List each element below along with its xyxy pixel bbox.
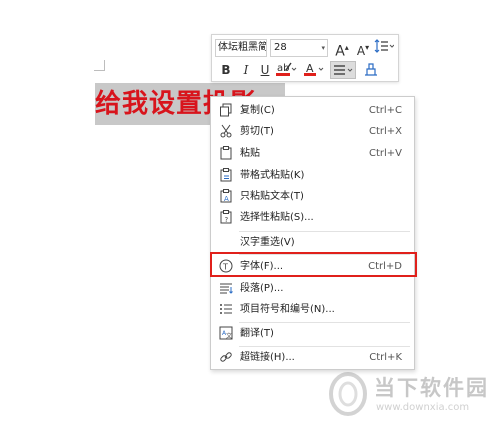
menu-item-label: 带格式粘贴(K) [240,170,305,181]
align-justify-icon [334,65,353,75]
watermark-brand: 当下软件园 [374,376,489,400]
menu-item-label: 翻译(T) [240,328,274,339]
chevron-down-icon: ▾ [321,44,325,52]
site-watermark: 当下软件园 www.downxia.com [328,370,498,422]
menu-item-label: 复制(C) [240,105,275,116]
menu-item-hyperlink[interactable]: 超链接(H)... Ctrl+K [211,347,414,368]
watermark-logo-icon [329,372,367,416]
menu-item-paste-text[interactable]: A 只粘贴文本(T) [211,186,414,207]
highlight-button[interactable]: ab [274,61,298,79]
highlight-annotation-box [210,252,417,277]
line-spacing-button[interactable] [373,39,395,57]
menu-item-paste[interactable]: 粘贴 Ctrl+V [211,143,414,164]
paragraph-icon [219,281,233,295]
eraser-icon [365,63,377,76]
grow-arrow-icon: ▴ [344,43,349,52]
mini-format-toolbar: 体坛粗黑简 ▾ 28 ▾ A▴ A▾ B I U ab A [211,34,399,82]
menu-item-shortcut: Ctrl+C [368,105,402,116]
bold-button[interactable]: B [216,61,236,79]
chevron-down-icon: ▾ [260,44,264,52]
menu-item-label: 汉字重选(V) [240,237,295,248]
menu-item-shortcut: Ctrl+X [368,126,402,137]
align-button[interactable] [330,61,356,79]
grow-font-label: A [335,43,345,60]
shrink-font-button[interactable]: A▾ [353,39,373,58]
shrink-arrow-icon: ▾ [365,43,370,52]
paste-text-icon: A [219,189,233,203]
page-margin-corner [94,60,105,71]
menu-item-paste-special[interactable]: ? 选择性粘贴(S)... [211,207,414,228]
menu-item-translate[interactable]: A文 翻译(T) [211,323,414,344]
line-spacing-icon [374,39,395,53]
translate-icon: A文 [219,326,233,340]
menu-item-label: 项目符号和编号(N)... [240,304,335,315]
menu-item-label: 超链接(H)... [240,352,295,363]
format-painter-button[interactable] [360,61,382,79]
menu-item-label: 剪切(T) [240,126,274,137]
svg-text:A: A [224,195,229,203]
font-name-select[interactable]: 体坛粗黑简 ▾ [215,39,267,57]
watermark-url: www.downxia.com [376,402,470,413]
menu-item-reconvert[interactable]: 汉字重选(V) [211,232,414,253]
menu-item-copy[interactable]: 复制(C) Ctrl+C [211,100,414,121]
svg-text:?: ? [225,216,229,224]
italic-button[interactable]: I [236,61,256,79]
menu-item-label: 粘贴 [240,148,260,159]
menu-item-cut[interactable]: 剪切(T) Ctrl+X [211,121,414,142]
toolbar-row-font: 体坛粗黑简 ▾ 28 ▾ A▴ A▾ [212,37,398,60]
menu-item-shortcut: Ctrl+K [369,352,402,363]
paste-icon [219,146,233,160]
shrink-font-label: A [356,44,366,58]
paste-formatted-icon [219,168,233,182]
underline-button[interactable]: U [255,61,275,79]
copy-icon [219,103,233,117]
link-icon [219,350,233,364]
grow-font-button[interactable]: A▴ [332,39,352,60]
menu-item-paste-formatted[interactable]: 带格式粘贴(K) [211,165,414,186]
menu-item-label: 选择性粘贴(S)... [240,212,314,223]
menu-item-label: 段落(P)... [240,283,284,294]
menu-item-label: 只粘贴文本(T) [240,191,304,202]
bullets-icon [219,302,233,316]
toolbar-row-style: B I U ab A [212,59,398,81]
context-menu: 复制(C) Ctrl+C 剪切(T) Ctrl+X 粘贴 Ctrl+V 带格式粘… [210,96,415,370]
highlighter-icon: ab [276,62,297,76]
menu-item-paragraph[interactable]: 段落(P)... [211,278,414,299]
menu-item-shortcut: Ctrl+V [368,148,402,159]
menu-item-bullets[interactable]: 项目符号和编号(N)... [211,299,414,320]
font-size-select[interactable]: 28 ▾ [270,39,328,57]
font-size-value: 28 [274,42,287,53]
scissors-icon [219,124,233,138]
svg-text:文: 文 [226,332,232,340]
paste-special-icon: ? [219,210,233,224]
font-color-icon: A [304,62,324,76]
font-color-button[interactable]: A [302,61,326,79]
